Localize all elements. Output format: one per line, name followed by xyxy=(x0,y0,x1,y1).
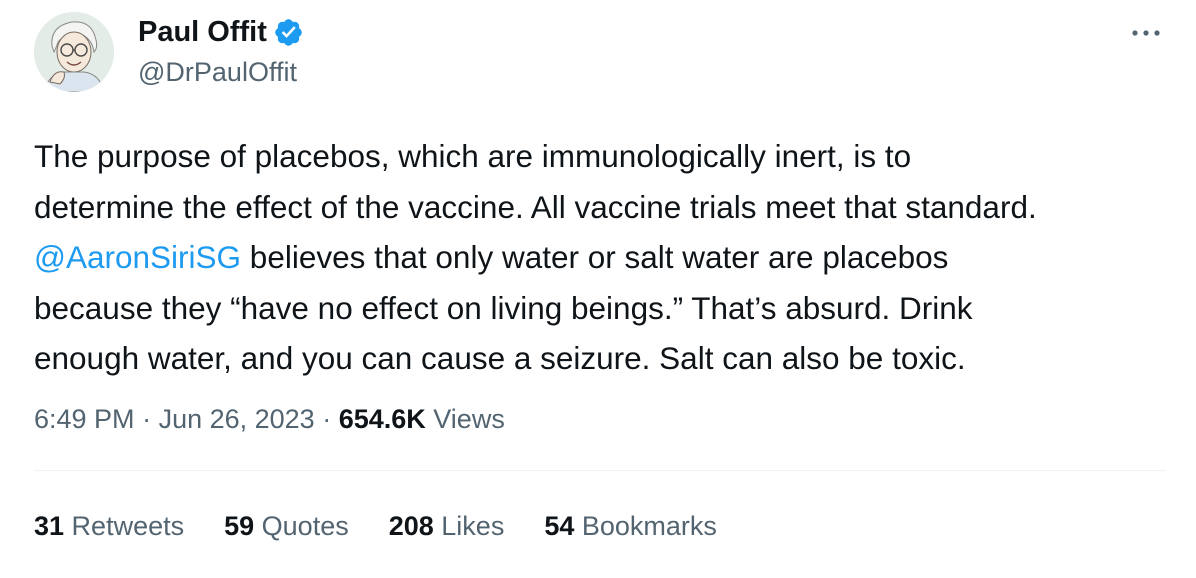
tweet-date[interactable]: Jun 26, 2023 xyxy=(159,404,315,434)
tweet-text-line: @AaronSiriSG believes that only water or… xyxy=(34,232,1184,283)
tweet-text-line: enough water, and you can cause a seizur… xyxy=(34,333,1184,384)
tweet-text-line: determine the effect of the vaccine. All… xyxy=(34,182,1184,233)
mention-link[interactable]: @AaronSiriSG xyxy=(34,239,241,275)
tweet-text-segment: believes that only water or salt water a… xyxy=(241,239,949,275)
tweet-text-segment: because they “have no effect on living b… xyxy=(34,289,973,326)
stat-label: Bookmarks xyxy=(574,511,717,541)
meta-separator: · xyxy=(134,404,159,434)
tweet-card: Paul Offit @DrPaulOffit The purpose of p… xyxy=(0,0,1196,578)
stat-label: Retweets xyxy=(64,511,185,541)
quotes-stat[interactable]: 59 Quotes xyxy=(224,506,349,546)
stat-count: 59 xyxy=(224,511,255,541)
stat-count: 54 xyxy=(544,511,575,541)
more-options-button[interactable] xyxy=(1124,18,1168,48)
author-name-row[interactable]: Paul Offit xyxy=(138,14,304,50)
avatar[interactable] xyxy=(34,12,114,92)
stat-label: Quotes xyxy=(254,511,349,541)
tweet-text-line: The purpose of placebos, which are immun… xyxy=(34,131,1184,182)
meta-separator: · xyxy=(314,404,339,434)
tweet-text-segment: enough water, and you can cause a seizur… xyxy=(34,340,966,376)
verified-badge-icon xyxy=(273,17,304,48)
retweets-stat[interactable]: 31 Retweets xyxy=(34,506,184,546)
views-count: 654.6K xyxy=(338,404,426,434)
more-options-icon xyxy=(1132,30,1160,36)
author-name[interactable]: Paul Offit xyxy=(138,14,267,50)
tweet-time[interactable]: 6:49 PM xyxy=(34,404,135,434)
tweet-text: The purpose of placebos, which are immun… xyxy=(34,131,1184,384)
tweet-text-line: because they “have no effect on living b… xyxy=(34,283,1184,334)
likes-stat[interactable]: 208 Likes xyxy=(389,506,505,546)
stat-count: 31 xyxy=(34,511,65,541)
tweet-meta: 6:49 PM · Jun 26, 2023 · 654.6K Views xyxy=(34,399,505,439)
stat-label: Likes xyxy=(433,511,505,541)
bookmarks-stat[interactable]: 54 Bookmarks xyxy=(544,506,717,546)
tweet-text-segment: The purpose of placebos, which are immun… xyxy=(34,138,912,174)
portrait-illustration xyxy=(34,12,114,92)
stat-count: 208 xyxy=(388,511,434,541)
engagement-stats: 31 Retweets 59 Quotes 208 Likes 54 Bookmark… xyxy=(34,506,757,546)
tweet-text-segment: determine the effect of the vaccine. All… xyxy=(34,188,1037,225)
divider xyxy=(34,470,1166,471)
views-label: Views xyxy=(425,404,505,434)
author-handle[interactable]: @DrPaulOffit xyxy=(138,55,297,89)
